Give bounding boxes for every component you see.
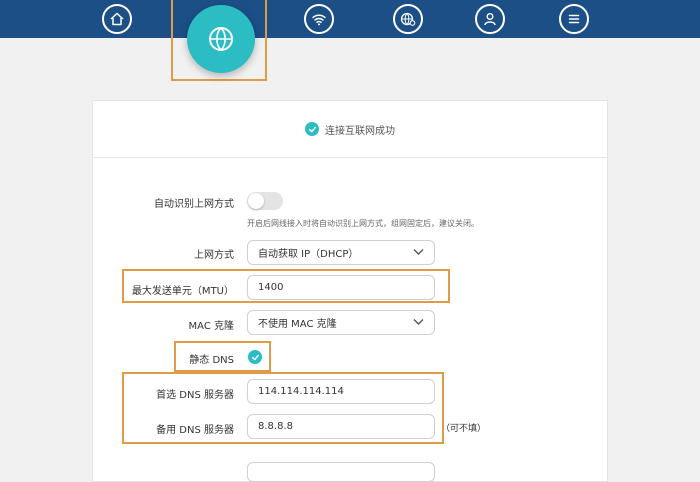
mac-clone-label: MAC 克隆 (188, 321, 234, 332)
primary-dns-input[interactable]: 114.114.114.114 (247, 379, 435, 404)
chevron-down-icon (413, 319, 424, 325)
nav-user-button[interactable] (475, 4, 505, 34)
nav-advanced-button[interactable] (393, 4, 423, 34)
chevron-down-icon (413, 249, 424, 255)
internet-nav-highlight (171, 0, 267, 81)
settings-globe-icon (400, 12, 416, 26)
nav-home-button[interactable] (102, 4, 132, 34)
wan-mode-value: 自动获取 IP（DHCP） (258, 249, 359, 260)
toggle-knob (248, 193, 264, 209)
status-text: 连接互联网成功 (325, 125, 395, 137)
home-icon (110, 12, 124, 26)
primary-dns-label: 首选 DNS 服务器 (156, 390, 234, 401)
auto-detect-hint: 开启后网线接入时将自动识别上网方式，组网固定后，建议关闭。 (247, 219, 479, 228)
success-check-icon (305, 122, 319, 136)
secondary-dns-note: （可不填） (441, 424, 487, 434)
next-field-partial[interactable] (247, 462, 435, 482)
connection-status: 连接互联网成功 (93, 101, 607, 158)
mtu-input[interactable]: 1400 (247, 275, 435, 300)
secondary-dns-value: 8.8.8.8 (258, 421, 293, 432)
static-dns-label: 静态 DNS (189, 355, 234, 366)
globe-icon (209, 27, 233, 51)
top-nav-bar (0, 0, 700, 38)
mtu-label: 最大发送单元（MTU） (131, 286, 234, 297)
secondary-dns-label: 备用 DNS 服务器 (156, 425, 234, 436)
mac-clone-select[interactable]: 不使用 MAC 克隆 (247, 310, 435, 335)
wifi-icon (312, 14, 326, 26)
menu-icon (568, 14, 580, 24)
secondary-dns-input[interactable]: 8.8.8.8 (247, 414, 435, 439)
nav-internet-button[interactable] (187, 5, 255, 73)
auto-detect-label: 自动识别上网方式 (154, 199, 234, 210)
wan-mode-select[interactable]: 自动获取 IP（DHCP） (247, 240, 435, 265)
static-dns-checkbox[interactable] (248, 350, 262, 364)
user-icon (484, 13, 496, 26)
nav-menu-button[interactable] (559, 4, 589, 34)
mac-clone-value: 不使用 MAC 克隆 (258, 319, 337, 330)
primary-dns-value: 114.114.114.114 (258, 386, 344, 397)
nav-wifi-button[interactable] (304, 4, 334, 34)
wan-mode-label: 上网方式 (194, 250, 234, 261)
mtu-value: 1400 (258, 282, 284, 293)
auto-detect-toggle[interactable] (247, 192, 283, 210)
